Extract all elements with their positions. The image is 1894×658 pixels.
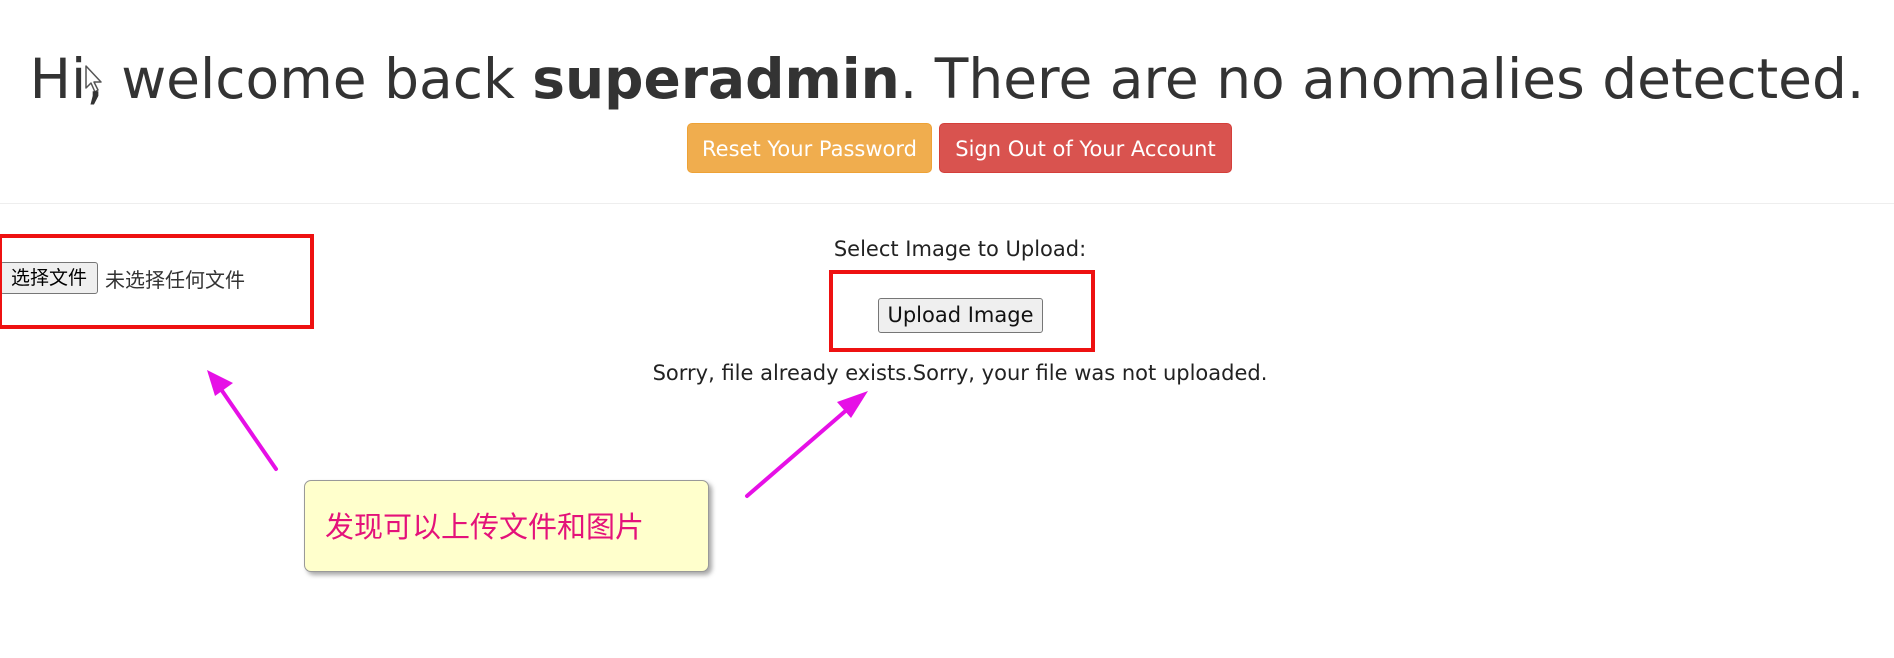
- sign-out-button[interactable]: Sign Out of Your Account: [939, 123, 1232, 173]
- divider: [0, 203, 1894, 204]
- username: superadmin: [532, 47, 900, 111]
- file-input-highlight-box: [0, 234, 314, 329]
- annotation-note-text: 发现可以上传文件和图片: [325, 510, 645, 544]
- greeting-prefix: Hi, welcome back: [29, 47, 533, 111]
- welcome-heading: Hi, welcome back superadmin. There are n…: [0, 44, 1894, 114]
- upload-button-highlight-box: [829, 270, 1095, 352]
- upload-result-message: Sorry, file already exists.Sorry, your f…: [652, 361, 1268, 385]
- page: Hi, welcome back superadmin. There are n…: [0, 0, 1894, 658]
- annotation-note: 发现可以上传文件和图片: [304, 480, 709, 572]
- right-arrow-icon: [745, 391, 868, 498]
- greeting-suffix: . There are no anomalies detected.: [899, 47, 1865, 111]
- reset-password-button[interactable]: Reset Your Password: [687, 123, 932, 173]
